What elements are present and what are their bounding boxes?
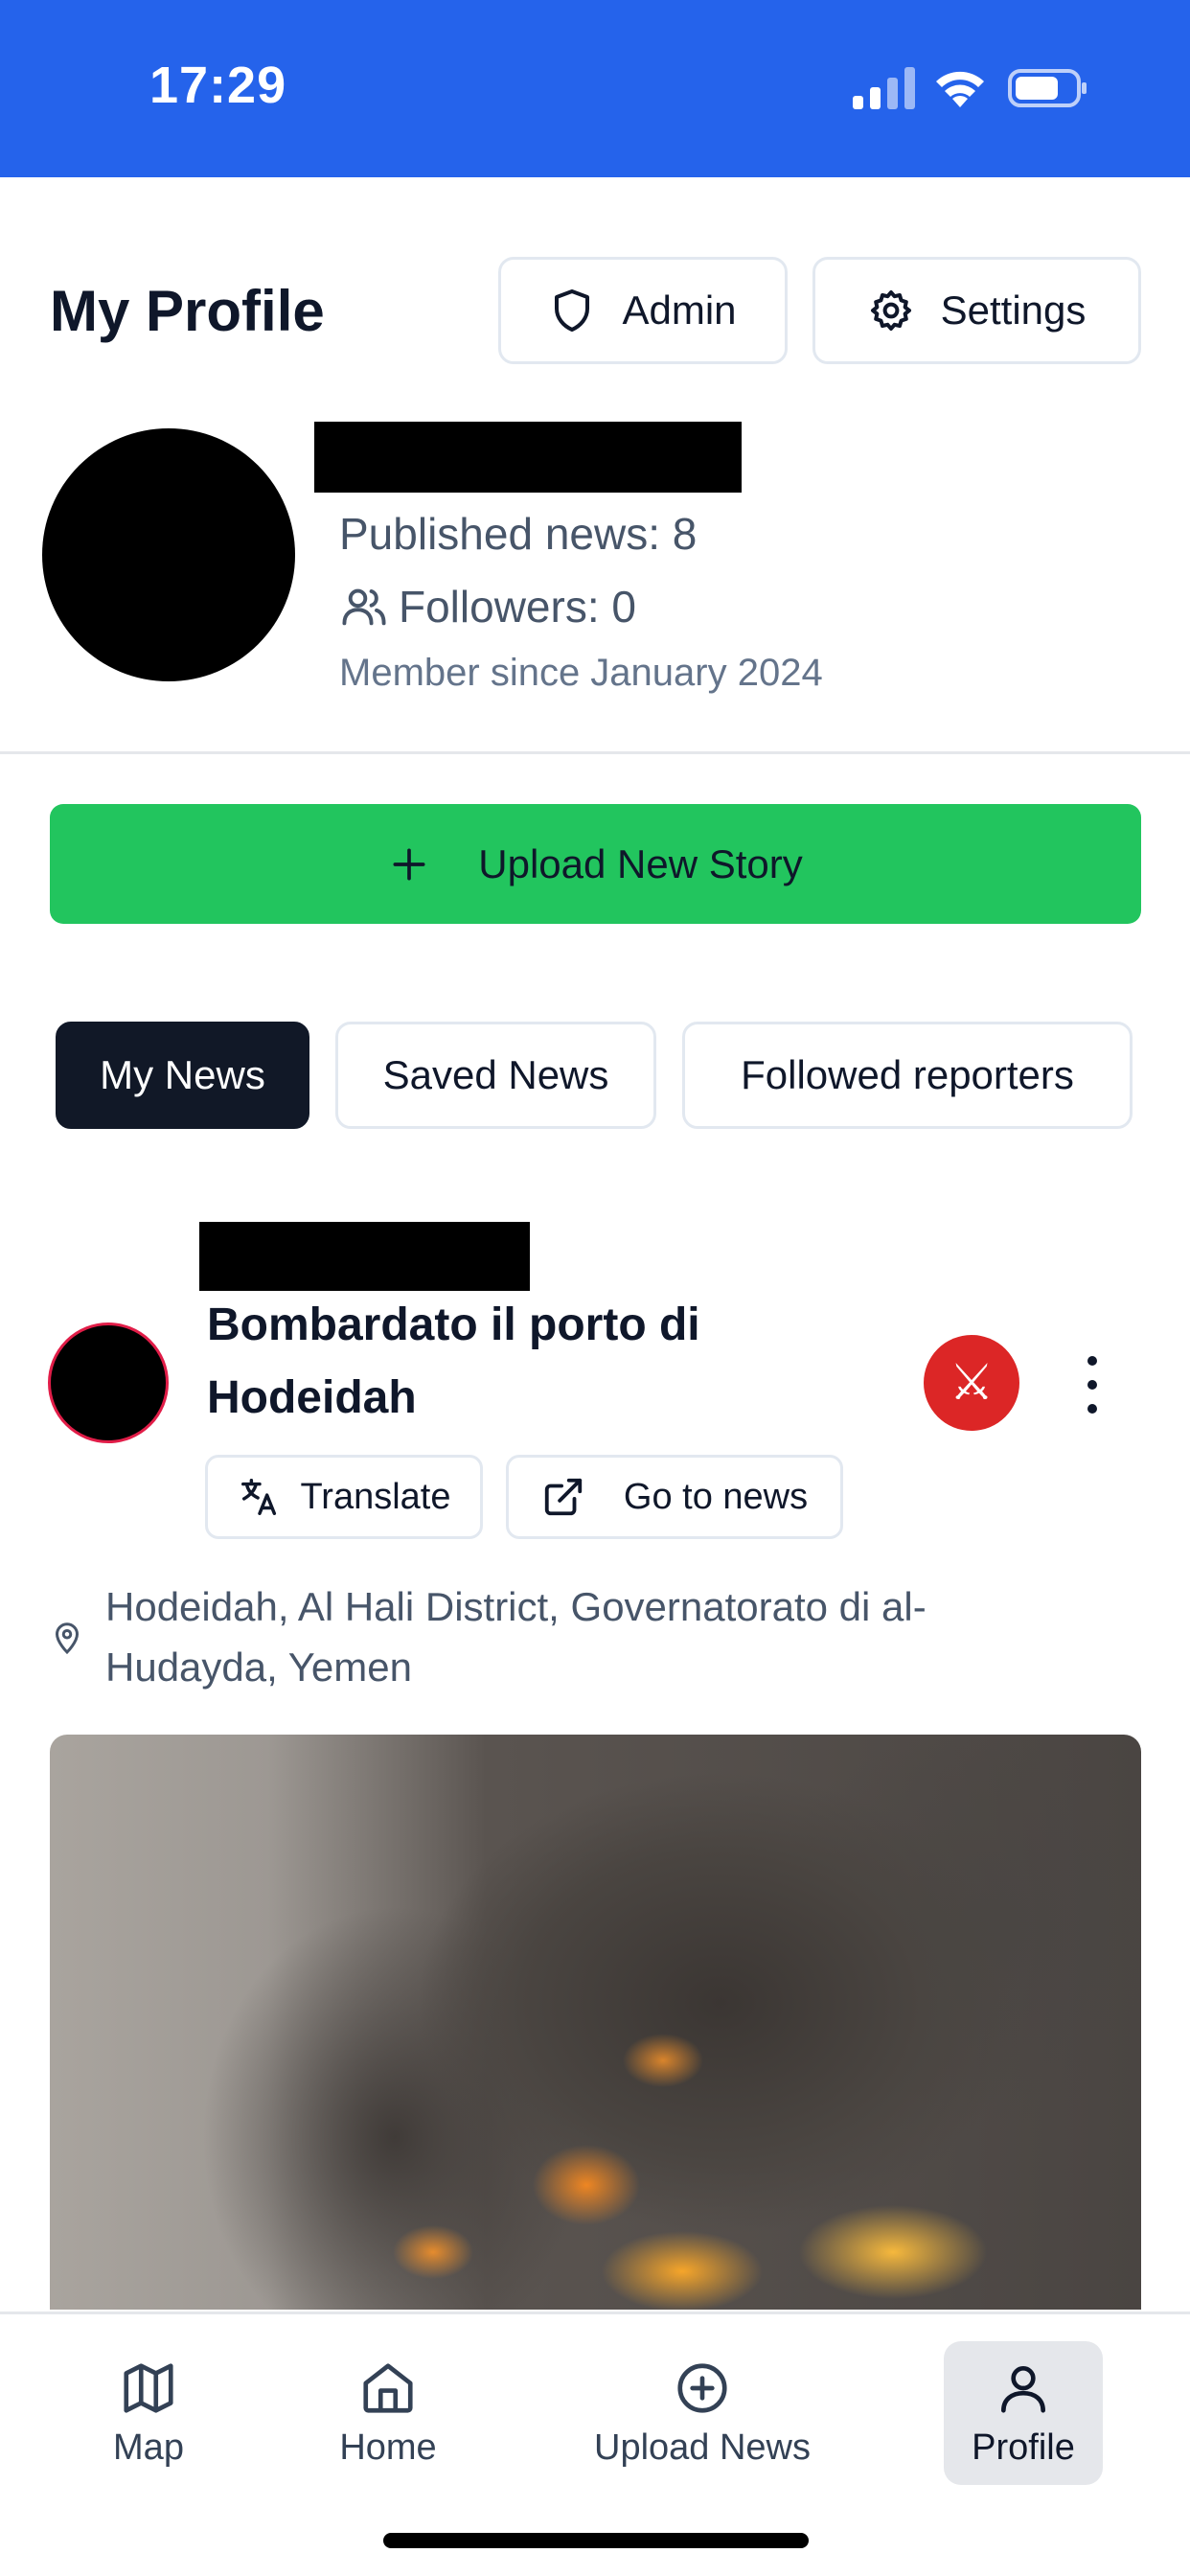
- tab-followed-reporters[interactable]: Followed reporters: [682, 1022, 1133, 1129]
- translate-button[interactable]: Translate: [205, 1455, 483, 1539]
- page-title: My Profile: [50, 279, 325, 343]
- home-indicator: [383, 2533, 809, 2548]
- battery-icon: [1008, 69, 1087, 107]
- map-icon: [124, 2362, 173, 2413]
- nav-profile-label: Profile: [972, 2426, 1075, 2468]
- status-time: 17:29: [149, 57, 287, 114]
- translate-label: Translate: [300, 1476, 451, 1517]
- location-text: Hodeidah, Al Hali District, Governatorat…: [105, 1584, 927, 1690]
- nav-map-label: Map: [113, 2426, 184, 2468]
- admin-label: Admin: [622, 288, 737, 333]
- go-to-news-button[interactable]: Go to news: [506, 1455, 843, 1539]
- external-link-icon: [544, 1478, 583, 1516]
- nav-home[interactable]: Home: [316, 2341, 460, 2485]
- users-icon: [342, 588, 386, 626]
- published-news-count: Published news: 8: [339, 509, 698, 559]
- nav-map[interactable]: Map: [86, 2341, 211, 2485]
- followers-label: Followers: 0: [399, 582, 636, 632]
- more-dot: [1087, 1380, 1097, 1390]
- nav-profile[interactable]: Profile: [944, 2341, 1103, 2485]
- nav-upload-news[interactable]: Upload News: [575, 2341, 830, 2485]
- tab-my-news[interactable]: My News: [56, 1022, 309, 1129]
- profile-screen: 17:29 My Profile Admin Settings Publishe…: [0, 0, 1190, 2576]
- crossed-swords-icon: ⚔: [924, 1335, 1019, 1431]
- avatar[interactable]: [42, 428, 295, 681]
- shield-icon: [555, 289, 590, 332]
- signal-icon: [853, 67, 915, 109]
- admin-button[interactable]: Admin: [498, 257, 788, 364]
- more-options-button[interactable]: [1073, 1356, 1111, 1414]
- redacted-username: [314, 422, 742, 493]
- post-title[interactable]: Bombardato il porto di Hodeidah: [207, 1289, 897, 1435]
- news-image[interactable]: [50, 1735, 1141, 2310]
- divider: [0, 751, 1190, 754]
- wifi-icon: [936, 71, 984, 107]
- status-bar: 17:29: [0, 0, 1190, 177]
- more-dot: [1087, 1404, 1097, 1414]
- nav-upload-label: Upload News: [594, 2426, 811, 2468]
- home-icon: [363, 2362, 413, 2413]
- tab-saved-news[interactable]: Saved News: [335, 1022, 656, 1129]
- redacted-author-name: [199, 1222, 530, 1291]
- more-dot: [1087, 1356, 1097, 1366]
- settings-button[interactable]: Settings: [812, 257, 1141, 364]
- gear-icon: [870, 290, 911, 331]
- translate-icon: [240, 1479, 276, 1515]
- plus-icon: [393, 848, 425, 880]
- post-location: Hodeidah, Al Hali District, Governatorat…: [50, 1576, 1142, 1697]
- followers-count: Followers: 0: [339, 581, 636, 632]
- upload-story-label: Upload New Story: [478, 840, 803, 886]
- go-to-news-label: Go to news: [623, 1476, 809, 1517]
- map-pin-icon: [55, 1622, 80, 1655]
- user-icon: [1001, 2365, 1045, 2413]
- author-avatar[interactable]: [48, 1322, 169, 1443]
- nav-home-label: Home: [339, 2426, 437, 2468]
- member-since: Member since January 2024: [339, 652, 823, 694]
- plus-circle-icon: [677, 2362, 727, 2413]
- upload-story-button[interactable]: Upload New Story: [50, 804, 1141, 924]
- settings-label: Settings: [940, 288, 1087, 333]
